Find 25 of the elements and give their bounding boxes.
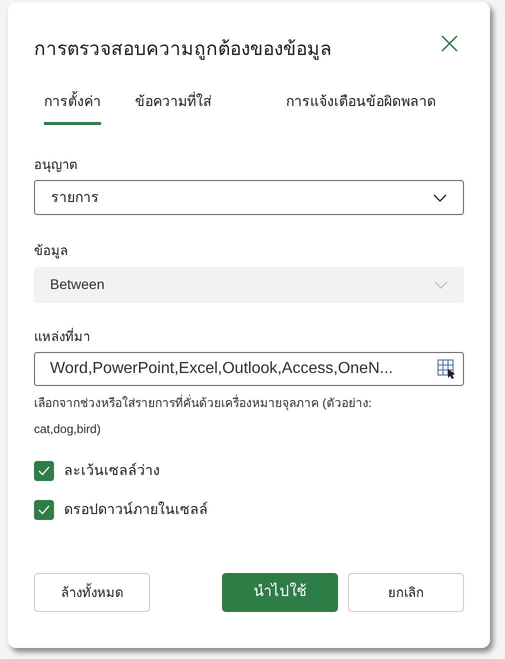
table-select-icon[interactable]: [437, 359, 457, 379]
field-label: ข้อมูล: [34, 242, 69, 260]
dropdown-value: รายการ: [51, 188, 99, 207]
source-input-field[interactable]: Word,PowerPoint,Excel,Outlook,Access,OneN...: [34, 352, 464, 386]
checkbox[interactable]: [34, 500, 54, 520]
field-label: อนุญาต: [34, 156, 78, 174]
tab[interactable]: ข้อความที่ใส่: [135, 90, 212, 124]
checkbox-label: ละเว้นเซลล์ว่าง: [64, 461, 160, 480]
checkbox-label: ดรอปดาวน์ภายในเซลล์: [64, 500, 208, 519]
close-icon[interactable]: [441, 35, 458, 52]
apply-button[interactable]: นำไปใช้: [222, 573, 338, 612]
dialog-title: การตรวจสอบความถูกต้องของข้อมูล: [34, 38, 332, 62]
tab[interactable]: การตั้งค่า: [44, 90, 101, 124]
field-label: แหล่งที่มา: [34, 326, 91, 346]
dropdown[interactable]: รายการ: [34, 180, 464, 215]
tab[interactable]: การแจ้งเตือนข้อผิดพลาด: [286, 90, 436, 124]
cancel-button[interactable]: ยกเลิก: [348, 573, 464, 612]
chevron-down-icon: [434, 280, 448, 288]
checkmark-icon: [38, 466, 50, 476]
dropdown-value: Between: [50, 275, 104, 294]
checkbox[interactable]: [34, 460, 54, 480]
checkmark-icon: [38, 504, 50, 514]
clear-all-button[interactable]: ล้างทั้งหมด: [34, 573, 150, 612]
help-text: เลือกจากช่วงหรือใส่รายการที่คั่นด้วยเครื่องหมายจุลภาค (ตัวอย่าง: cat,dog,bird): [34, 394, 373, 438]
chevron-down-icon: [433, 194, 447, 202]
